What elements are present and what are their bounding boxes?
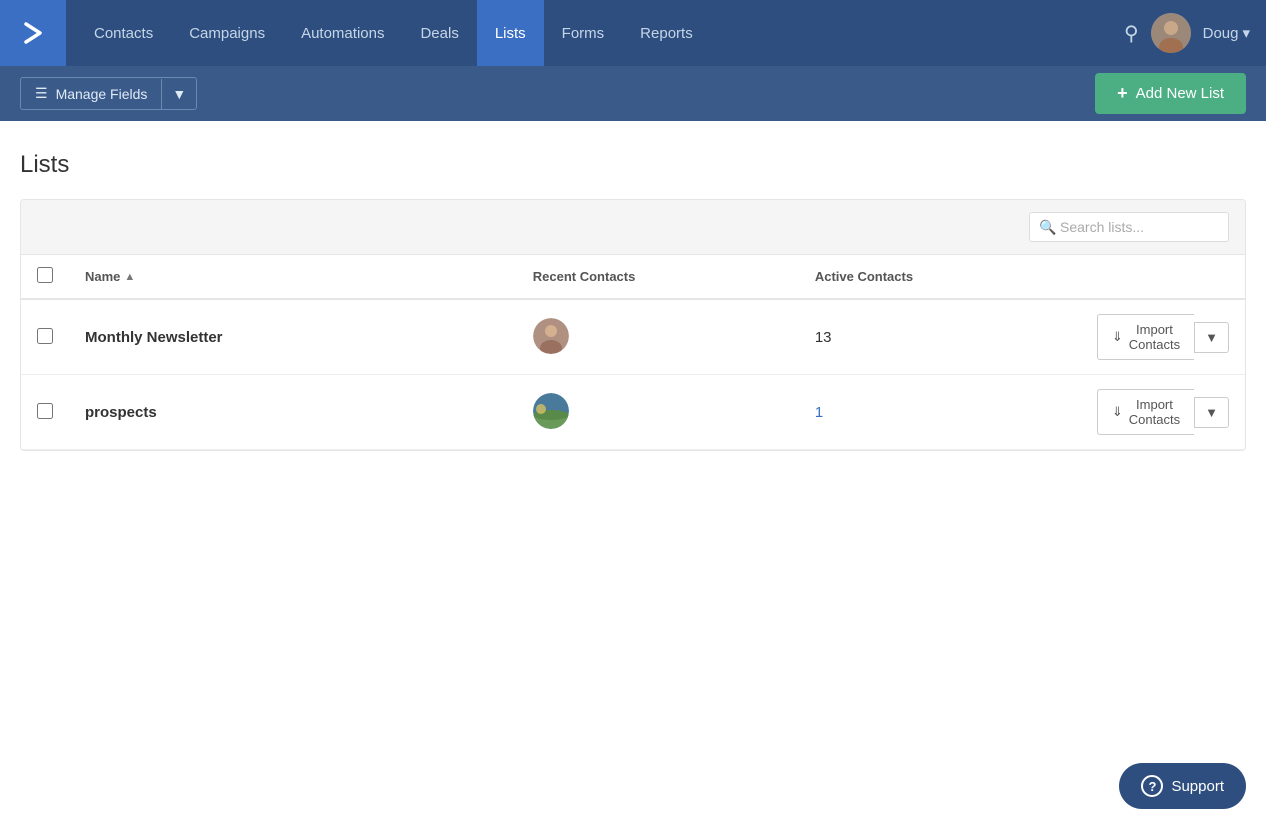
nav-item-campaigns[interactable]: Campaigns	[171, 0, 283, 66]
name-sort: Name ▲	[85, 269, 135, 284]
row-actions-cell: ⇓ Import Contacts ▼	[1081, 299, 1245, 375]
nav-item-lists[interactable]: Lists	[477, 0, 544, 66]
import-label: Import Contacts	[1129, 322, 1180, 352]
plus-icon: +	[1117, 83, 1128, 104]
main-content: Lists 🔍 Name ▲	[0, 121, 1266, 471]
row-checkbox-cell	[21, 299, 69, 375]
select-all-checkbox[interactable]	[37, 267, 53, 283]
row-name-cell: Monthly Newsletter	[69, 299, 517, 375]
th-actions	[1081, 255, 1245, 299]
support-label: Support	[1171, 778, 1224, 795]
avatar	[1151, 13, 1191, 53]
search-input[interactable]	[1029, 212, 1229, 242]
list-name-link[interactable]: prospects	[85, 404, 157, 421]
import-button-group: ⇓ Import Contacts ▼	[1097, 314, 1229, 360]
nav-item-forms[interactable]: Forms	[544, 0, 623, 66]
list-name-link[interactable]: Monthly Newsletter	[85, 329, 223, 346]
import-contacts-button[interactable]: ⇓ Import Contacts	[1097, 389, 1194, 435]
th-active-contacts: Active Contacts	[799, 255, 1081, 299]
sub-toolbar: ☰ Manage Fields ▼ + Add New List	[0, 66, 1266, 121]
top-navigation: Contacts Campaigns Automations Deals Lis…	[0, 0, 1266, 66]
row-name-cell: prospects	[69, 375, 517, 450]
import-dropdown-button[interactable]: ▼	[1194, 322, 1229, 353]
user-name: Doug	[1203, 25, 1239, 42]
search-icon-inner: 🔍	[1039, 219, 1056, 236]
add-new-list-button[interactable]: + Add New List	[1095, 73, 1246, 114]
user-dropdown-icon: ▾	[1242, 24, 1250, 42]
row-recent-contacts-cell	[517, 375, 799, 450]
row-active-contacts-cell: 1	[799, 375, 1081, 450]
nav-items: Contacts Campaigns Automations Deals Lis…	[66, 0, 1124, 66]
support-button[interactable]: ? Support	[1119, 763, 1246, 809]
manage-fields-button-group: ☰ Manage Fields ▼	[20, 77, 197, 110]
add-new-list-label: Add New List	[1136, 85, 1224, 102]
th-select-all	[21, 255, 69, 299]
question-icon: ?	[1141, 775, 1163, 797]
import-icon: ⇓	[1112, 404, 1123, 420]
col-name-label: Name	[85, 269, 120, 284]
nav-item-automations[interactable]: Automations	[283, 0, 402, 66]
lists-toolbar: 🔍	[21, 200, 1245, 255]
search-input-wrap: 🔍	[1029, 212, 1229, 242]
recent-contact-avatar	[533, 318, 569, 354]
nav-item-reports[interactable]: Reports	[622, 0, 711, 66]
list-icon: ☰	[35, 85, 48, 102]
import-contacts-button[interactable]: ⇓ Import Contacts	[1097, 314, 1194, 360]
sort-asc-icon: ▲	[124, 271, 135, 283]
lists-table: Name ▲ Recent Contacts Active Contacts M…	[21, 255, 1245, 450]
nav-right: ⚲ Doug ▾	[1124, 13, 1266, 53]
row-actions-cell: ⇓ Import Contacts ▼	[1081, 375, 1245, 450]
manage-fields-dropdown-button[interactable]: ▼	[161, 79, 196, 109]
page-title: Lists	[20, 151, 1246, 179]
user-menu[interactable]: Doug ▾	[1203, 24, 1250, 42]
manage-fields-label: Manage Fields	[56, 86, 148, 102]
table-row: prospects 1 ⇓ Import Contacts ▼	[21, 375, 1245, 450]
row-recent-contacts-cell	[517, 299, 799, 375]
row-active-contacts-cell: 13	[799, 299, 1081, 375]
logo-button[interactable]	[0, 0, 66, 66]
th-recent-contacts: Recent Contacts	[517, 255, 799, 299]
import-dropdown-button[interactable]: ▼	[1194, 397, 1229, 428]
manage-fields-main-button[interactable]: ☰ Manage Fields	[21, 78, 161, 109]
search-icon[interactable]: ⚲	[1124, 21, 1139, 46]
import-icon: ⇓	[1112, 329, 1123, 345]
import-button-group: ⇓ Import Contacts ▼	[1097, 389, 1229, 435]
row-checkbox[interactable]	[37, 403, 53, 419]
nav-item-contacts[interactable]: Contacts	[76, 0, 171, 66]
row-checkbox-cell	[21, 375, 69, 450]
row-checkbox[interactable]	[37, 328, 53, 344]
nav-item-deals[interactable]: Deals	[402, 0, 476, 66]
import-label: Import Contacts	[1129, 397, 1180, 427]
th-name[interactable]: Name ▲	[69, 255, 517, 299]
active-count: 13	[815, 329, 832, 346]
recent-contact-avatar	[533, 393, 569, 429]
table-row: Monthly Newsletter 13 ⇓ Import Contacts …	[21, 299, 1245, 375]
lists-container: 🔍 Name ▲ Recent Contacts	[20, 199, 1246, 451]
active-count: 1	[815, 404, 823, 421]
